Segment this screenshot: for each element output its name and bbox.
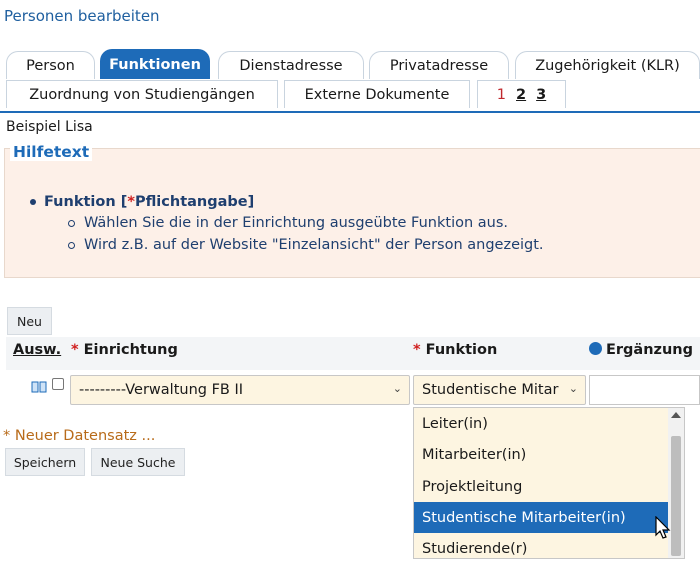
new-search-button[interactable]: Neue Suche <box>91 448 185 476</box>
help-line-2: Wird z.B. auf der Website "Einzelansicht… <box>68 237 544 253</box>
tab-dienstadresse[interactable]: Dienstadresse <box>218 51 364 79</box>
option-studierende[interactable]: Studierende(r) <box>414 533 668 558</box>
tab-zugehoerigkeit[interactable]: Zugehörigkeit (KLR) <box>515 51 700 79</box>
page-1: 1 <box>496 86 507 103</box>
circle-bullet-icon <box>68 219 75 227</box>
required-marker: * <box>127 194 135 210</box>
col-function-header: * Funktion <box>413 342 498 358</box>
tab-privatadresse[interactable]: Privatadresse <box>369 51 509 79</box>
option-studentische-mitarbeiter[interactable]: Studentische Mitarbeiter(in) <box>414 502 668 533</box>
mouse-cursor-icon <box>655 515 671 544</box>
tab-externe-dokumente[interactable]: Externe Dokumente <box>284 80 470 108</box>
globe-icon <box>589 342 602 355</box>
institution-select[interactable]: ---------Verwaltung FB II ⌄ <box>70 375 410 405</box>
tab-funktionen[interactable]: Funktionen <box>100 49 210 79</box>
save-button[interactable]: Speichern <box>5 448 85 476</box>
circle-bullet-icon <box>68 241 75 249</box>
chevron-down-icon: ⌄ <box>568 382 578 395</box>
tab-person[interactable]: Person <box>6 51 95 79</box>
help-item-funktion: Funktion [*Pflichtangabe] <box>30 194 254 210</box>
new-record-label: * Neuer Datensatz ... <box>3 428 156 444</box>
page-title: Personen bearbeiten <box>4 7 160 25</box>
scrollbar-thumb[interactable] <box>671 436 681 556</box>
col-supplement-header: Ergänzung <box>589 342 693 358</box>
function-dropdown-list[interactable]: Leiter(in) Mitarbeiter(in) Projektleitun… <box>413 407 685 559</box>
bullet-icon <box>30 199 36 205</box>
row-checkbox[interactable] <box>52 378 64 390</box>
option-mitarbeiter[interactable]: Mitarbeiter(in) <box>414 439 668 470</box>
tab-studiengaenge[interactable]: Zuordnung von Studiengängen <box>6 80 278 108</box>
page-2-link[interactable]: 2 <box>516 87 526 103</box>
col-select-header[interactable]: Ausw. <box>13 342 61 358</box>
help-legend: Hilfetext <box>10 143 93 161</box>
function-select[interactable]: Studentische Mitar ⌄ <box>413 375 586 405</box>
help-line-1: Wählen Sie die in der Einrichtung ausgeü… <box>68 215 508 231</box>
help-box <box>4 148 700 278</box>
tab-underline <box>0 111 700 113</box>
option-projektleitung[interactable]: Projektleitung <box>414 471 668 502</box>
col-institution-header: * Einrichtung <box>71 342 178 358</box>
chevron-down-icon: ⌄ <box>392 382 402 395</box>
tab-pagination: 1 2 3 <box>477 80 566 108</box>
supplement-input[interactable] <box>589 375 700 405</box>
option-leiter[interactable]: Leiter(in) <box>414 408 668 439</box>
page-3-link[interactable]: 3 <box>536 87 546 103</box>
book-icon[interactable] <box>31 378 47 393</box>
scroll-up-icon[interactable] <box>671 412 681 418</box>
new-button[interactable]: Neu <box>7 307 52 335</box>
person-name: Beispiel Lisa <box>6 119 93 135</box>
